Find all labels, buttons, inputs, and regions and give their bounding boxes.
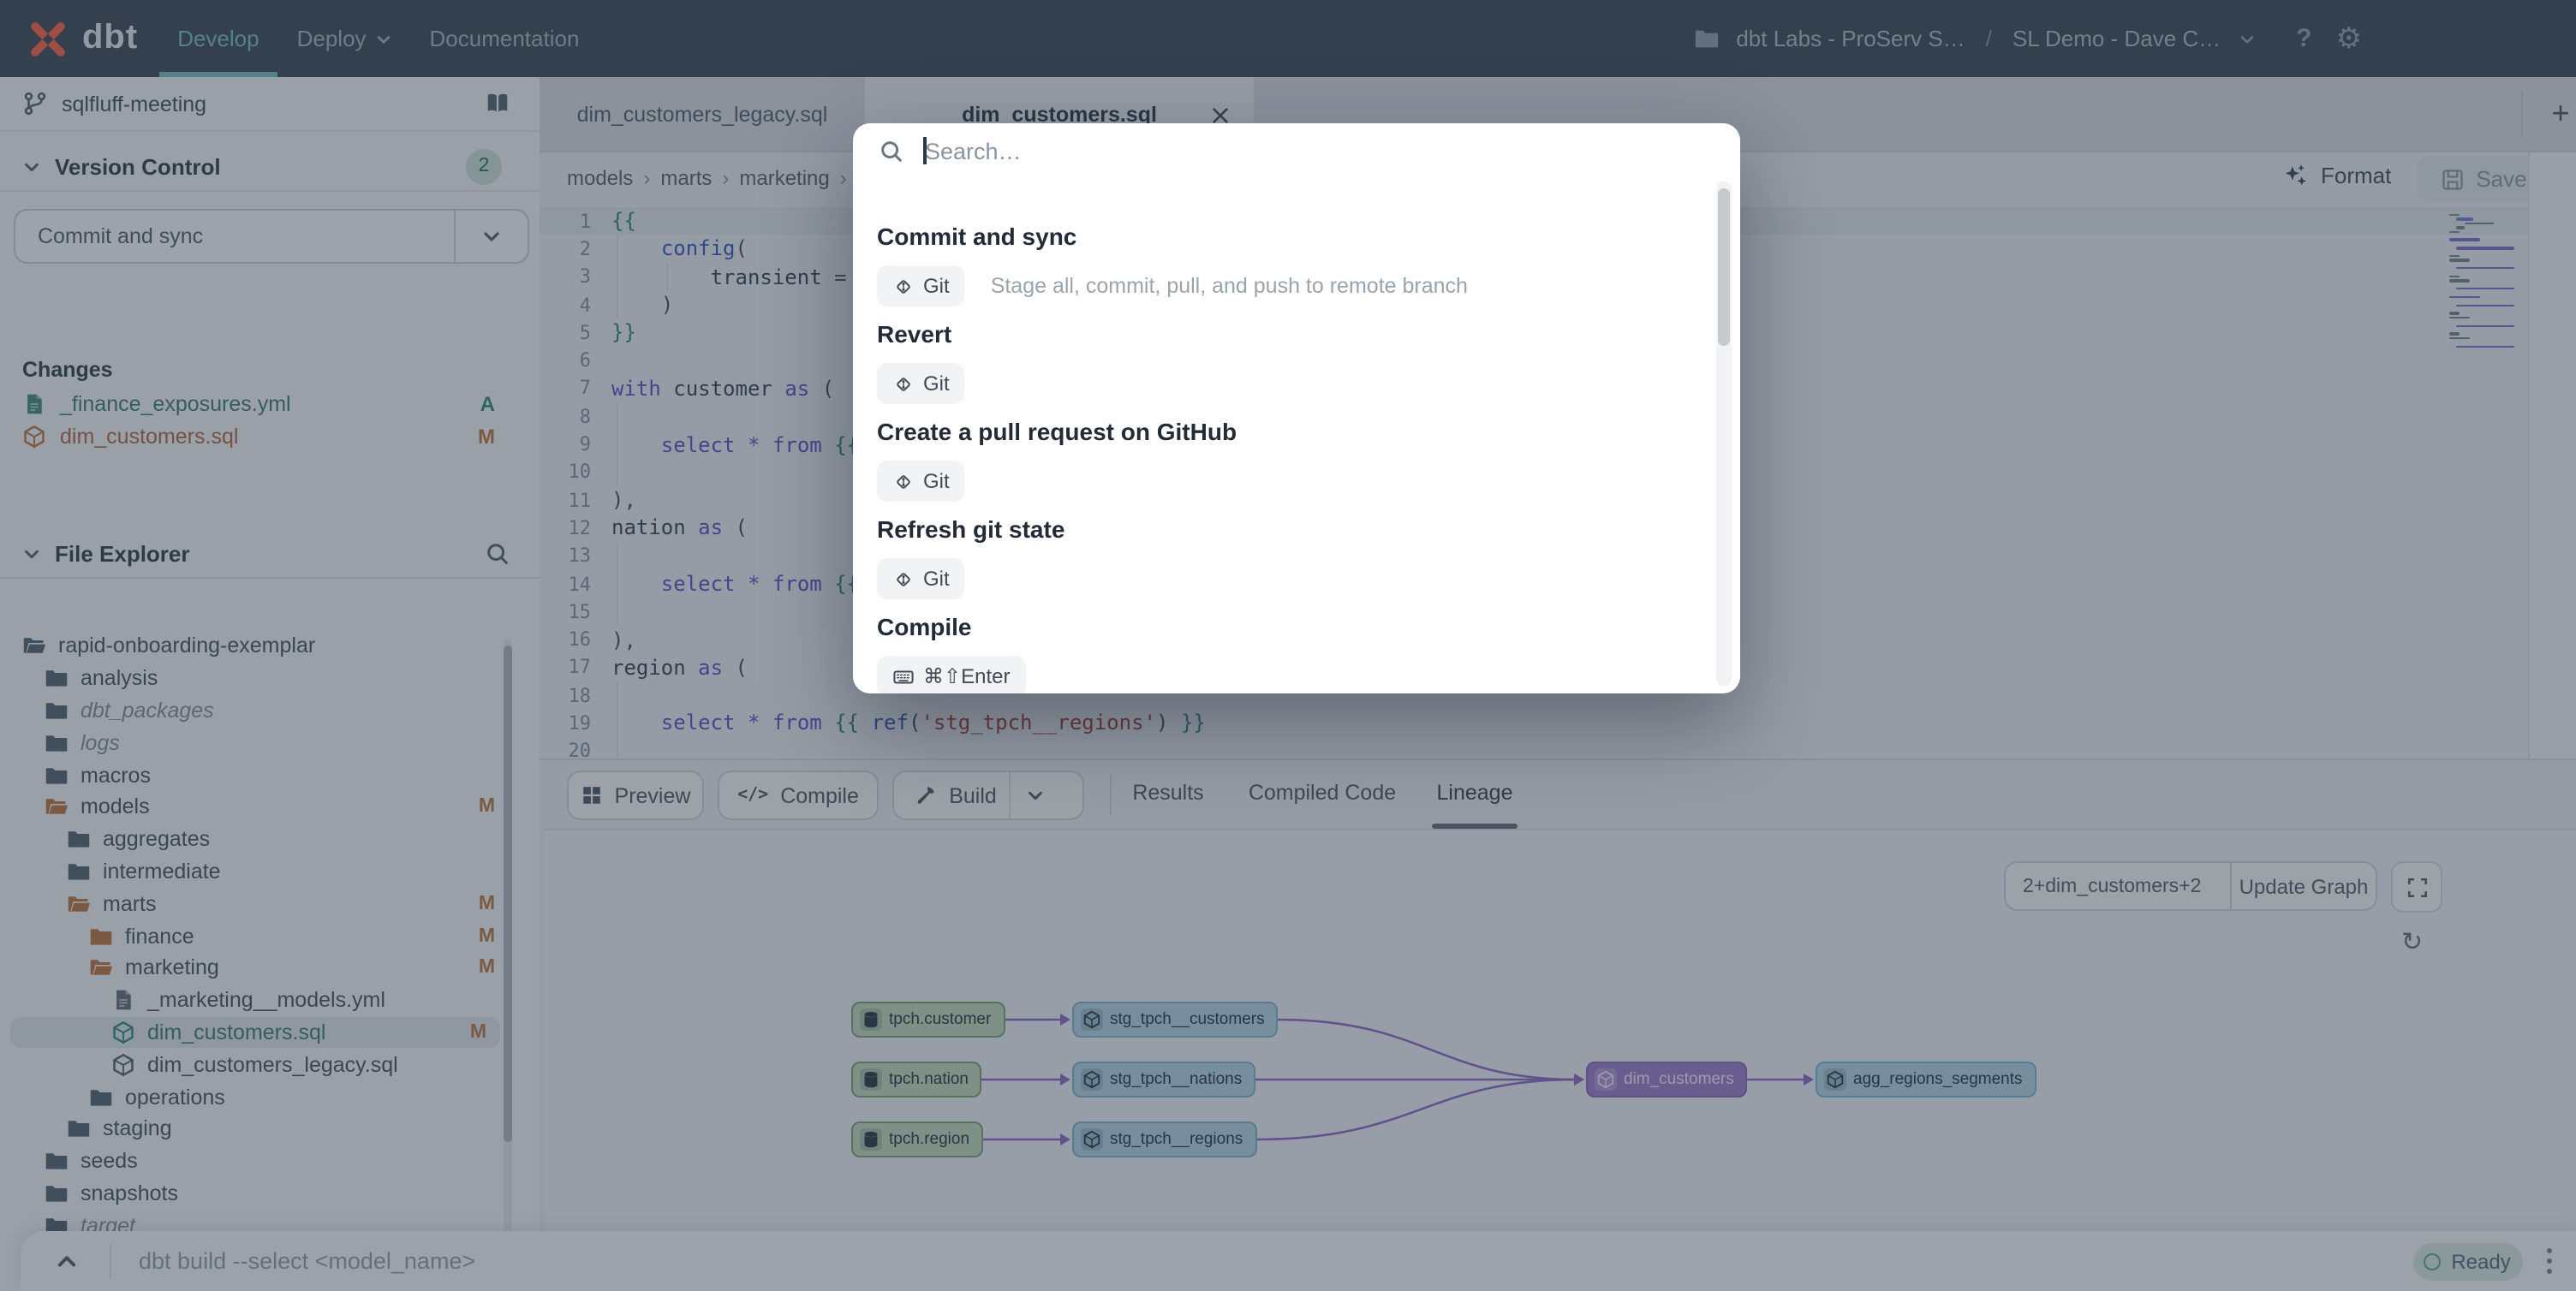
palette-item-meta: Git [877,461,1740,502]
git-badge: Git [877,558,965,599]
git-badge: Git [877,461,965,502]
git-badge: Git [877,363,965,404]
badge-label: Git [923,469,950,493]
shortcut-badge: ⌘⇧Enter [877,656,1026,693]
text-caret [923,137,926,164]
dbt-ide-app: dbt DevelopDeployDocumentation dbt Labs … [0,0,2576,1291]
palette-item-title: Revert [877,320,1740,351]
git-icon [892,372,915,395]
palette-item-meta: Git [877,363,1740,404]
palette-item-create-a-pull-request-on-github[interactable]: Create a pull request on GitHub Git [877,418,1740,502]
command-palette: Commit and sync Git Stage all, commit, pul… [853,123,1740,693]
palette-item-revert[interactable]: Revert Git [877,320,1740,404]
keyboard-icon [892,665,915,687]
palette-item-commit-and-sync[interactable]: Commit and sync Git Stage all, commit, pul… [877,223,1740,306]
shortcut-label: ⌘⇧Enter [923,664,1011,688]
palette-item-title: Compile [877,613,1740,644]
palette-item-title: Refresh git state [877,515,1740,546]
git-badge: Git [877,265,965,306]
palette-item-description: Stage all, commit, pull, and push to rem… [991,274,1468,298]
palette-search-input[interactable] [904,136,1740,165]
palette-item-compile[interactable]: Compile ⌘⇧Enter [877,613,1740,693]
palette-search-row [853,123,1740,178]
palette-item-meta: ⌘⇧Enter [877,656,1740,693]
palette-scrollbar-thumb[interactable] [1718,188,1730,346]
badge-label: Git [923,274,950,298]
palette-item-title: Create a pull request on GitHub [877,418,1740,449]
palette-item-meta: Git Stage all, commit, pull, and push to … [877,265,1740,306]
palette-item-title: Commit and sync [877,223,1740,253]
git-icon [892,275,915,297]
git-icon [892,568,915,590]
palette-item-meta: Git [877,558,1740,599]
search-icon [879,138,904,164]
palette-item-refresh-git-state[interactable]: Refresh git state Git [877,515,1740,599]
palette-results: Commit and sync Git Stage all, commit, pul… [853,178,1740,693]
git-icon [892,470,915,492]
badge-label: Git [923,372,950,396]
badge-label: Git [923,567,950,591]
